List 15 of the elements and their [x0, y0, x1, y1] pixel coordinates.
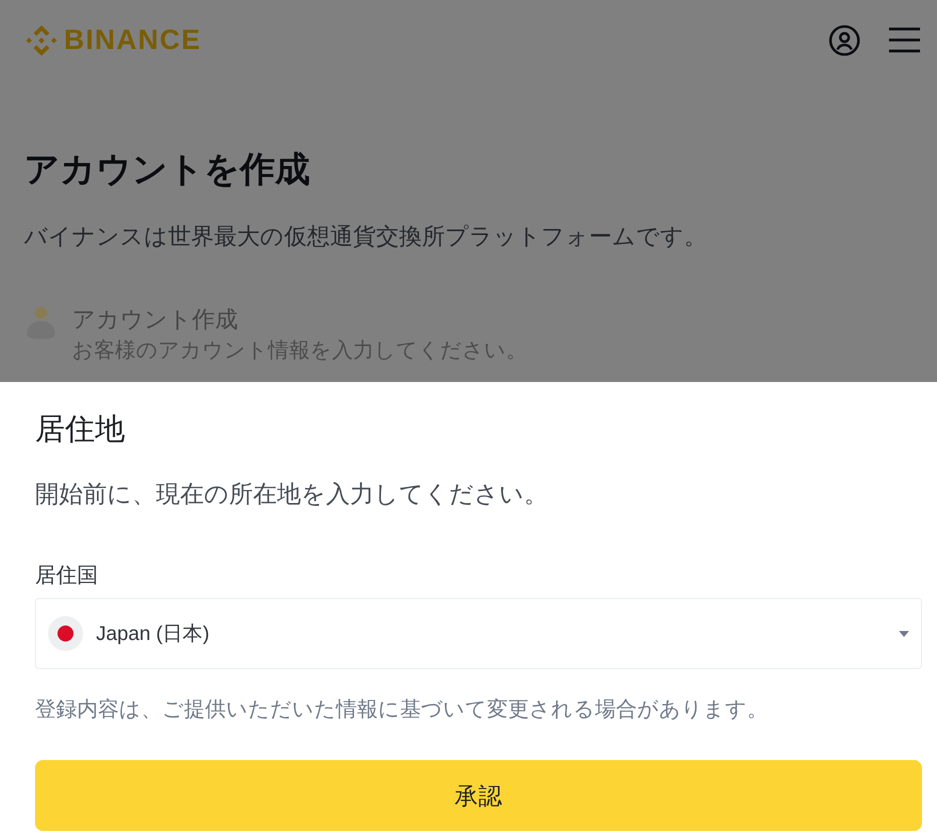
sheet-description: 開始前に、現在の所在地を入力してください。	[35, 480, 549, 510]
caret-icon	[899, 630, 909, 636]
field-label: 居住国	[35, 563, 99, 589]
page-subtitle: バイナンスは世界最大の仮想通貨交換所プラットフォームです。	[24, 222, 708, 251]
flag-icon	[48, 616, 83, 651]
step-title: アカウント作成	[72, 305, 239, 334]
note-text: 登録内容は、ご提供いただいた情報に基づいて変更される場合があります。	[35, 697, 769, 723]
page-title: アカウントを作成	[24, 149, 311, 191]
menu-icon[interactable]	[889, 27, 920, 53]
sheet-title: 居住地	[35, 412, 126, 448]
person-icon	[24, 304, 58, 340]
country-select[interactable]: Japan (日本)	[35, 598, 922, 669]
confirm-button[interactable]: 承認	[35, 760, 922, 831]
diamond-logo-icon	[24, 22, 59, 58]
user-account-icon[interactable]	[829, 24, 860, 56]
